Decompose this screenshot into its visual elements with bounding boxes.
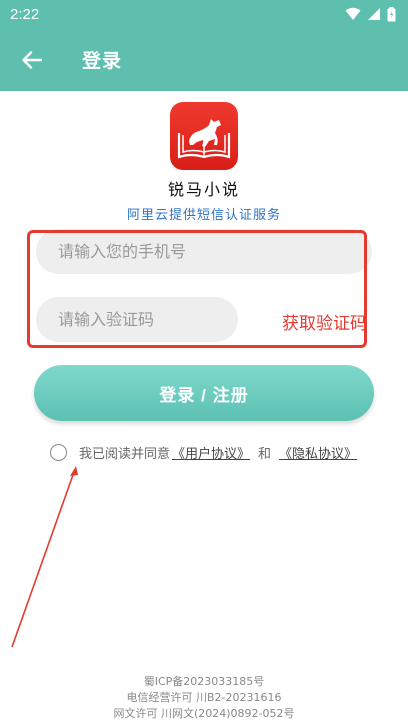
- app-name: 锐马小说: [167, 180, 240, 199]
- page-title: 登录: [82, 50, 123, 72]
- verification-code-input[interactable]: [36, 297, 238, 342]
- telecom-license: 电信经营许可 川B2-20231616: [126, 691, 282, 704]
- app-bar: 登录: [0, 28, 408, 91]
- status-bar: 2:22: [0, 0, 408, 28]
- login-register-button[interactable]: 登录 / 注册: [34, 365, 374, 421]
- horse-book-icon: [177, 119, 231, 159]
- footer: 蜀ICP备2023033185号 电信经营许可 川B2-20231616 网文许…: [0, 674, 408, 722]
- sms-provider-note: 阿里云提供短信认证服务: [126, 208, 281, 223]
- privacy-policy-link[interactable]: 《隐私协议》: [279, 443, 357, 462]
- back-button[interactable]: [8, 36, 56, 84]
- agree-checkbox[interactable]: [50, 443, 67, 461]
- signal-icon: [368, 8, 380, 20]
- status-icons: [345, 6, 396, 22]
- get-code-button[interactable]: 获取验证码: [282, 309, 367, 334]
- agreement-conjunction: 和: [258, 446, 272, 462]
- agreement-prefix: 我已阅读并同意: [79, 446, 171, 462]
- arrow-left-icon: [22, 50, 42, 69]
- app-logo: [170, 102, 238, 170]
- culture-license: 网文许可 川网文(2024)0892-052号: [113, 707, 295, 720]
- phone-input[interactable]: [36, 229, 372, 274]
- status-time: 2:22: [10, 5, 40, 23]
- battery-icon: [387, 6, 396, 21]
- user-agreement-link[interactable]: 《用户协议》: [172, 443, 250, 462]
- agreement-row: 我已阅读并同意 《用户协议》 和 《隐私协议》: [50, 442, 359, 462]
- wifi-icon: [345, 7, 361, 20]
- arrow-annotation: [11, 466, 78, 648]
- icp-license: 蜀ICP备2023033185号: [143, 675, 265, 688]
